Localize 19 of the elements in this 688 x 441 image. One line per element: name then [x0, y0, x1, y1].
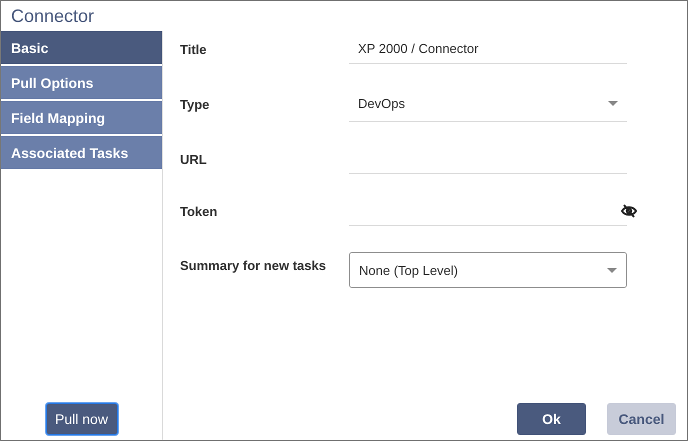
field-label: URL — [180, 152, 208, 166]
field-label: Token — [180, 204, 218, 218]
cancel-button[interactable]: Cancel — [607, 403, 676, 435]
text-field[interactable]: XP 2000 / Connector — [349, 34, 627, 64]
field-label: Type — [180, 96, 210, 112]
field-label: Summary for new tasks — [180, 258, 327, 272]
sidebar-tab[interactable]: Basic — [1, 31, 162, 66]
field-label: Title — [180, 42, 208, 56]
pull-now-button[interactable]: Pull now — [46, 403, 118, 435]
window-title: Connector — [10, 4, 96, 28]
caret-icon — [608, 101, 618, 106]
hide-password-icon[interactable] — [621, 204, 637, 218]
sidebar-tab[interactable]: Pull Options — [1, 66, 162, 101]
ok-button[interactable]: Ok — [517, 403, 586, 435]
caret-icon — [607, 268, 617, 272]
select-field[interactable]: None (Top Level) — [349, 252, 627, 288]
sidebar-tab[interactable]: Field Mapping — [1, 101, 162, 136]
sidebar-tab[interactable]: Associated Tasks — [1, 136, 162, 171]
select-field[interactable]: DevOps — [349, 86, 627, 122]
